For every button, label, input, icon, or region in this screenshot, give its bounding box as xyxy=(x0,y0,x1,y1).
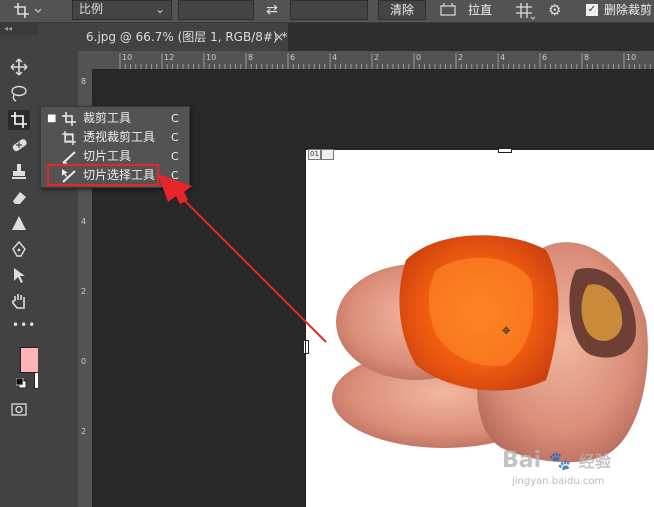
flyout-item-perspective-crop[interactable]: 透视裁剪工具 C xyxy=(41,128,189,147)
clear-button[interactable]: 清除 xyxy=(378,0,426,20)
annotation-arrow xyxy=(158,174,327,343)
watermark-brand2-text: 经验 xyxy=(578,452,611,471)
chevron-down-icon: ⌄ xyxy=(154,2,165,16)
toolbar-second-column xyxy=(38,23,78,507)
horizontal-ruler: 1012108642024681012 xyxy=(78,51,654,70)
overlay-options-button[interactable] xyxy=(512,0,536,20)
ruler-label: 2 xyxy=(458,53,464,62)
clear-label: 清除 xyxy=(389,3,414,17)
document-tab-title: 6.jpg @ 66.7% (图层 1, RGB/8#) * xyxy=(86,30,288,44)
flyout-item-shortcut: C xyxy=(171,150,179,163)
height-input[interactable] xyxy=(290,0,368,20)
hand-icon[interactable] xyxy=(10,292,28,310)
flyout-item-crop[interactable]: ■ 裁剪工具 C xyxy=(41,109,189,128)
tool-preset-picker[interactable] xyxy=(8,0,42,20)
more-tools-icon[interactable]: ••• xyxy=(12,318,36,332)
perspective-crop-icon xyxy=(62,131,76,145)
delete-cropped-label: 删除裁剪 xyxy=(604,3,653,17)
ruler-label: 0 xyxy=(416,53,422,62)
flyout-item-label: 裁剪工具 xyxy=(83,111,132,125)
close-icon[interactable]: × xyxy=(274,23,284,51)
slice-icon xyxy=(62,151,76,164)
ruler-label: 10 xyxy=(206,53,217,62)
ratio-select[interactable]: 比例 ⌄ xyxy=(72,0,172,20)
ruler-label: 4 xyxy=(332,53,338,62)
flyout-item-label: 透视裁剪工具 xyxy=(83,130,156,144)
flyout-item-shortcut: C xyxy=(171,112,179,125)
crop-tool-active-icon[interactable] xyxy=(8,110,30,130)
ruler-label: 6 xyxy=(542,53,548,62)
ruler-label: 0 xyxy=(81,357,87,366)
grid-icon xyxy=(516,3,536,20)
delete-cropped-checkbox[interactable]: ✓ 删除裁剪 xyxy=(586,0,654,20)
pen-icon[interactable] xyxy=(10,240,28,258)
swap-icon[interactable]: ⇄ xyxy=(262,0,282,20)
slice-badge: 01 xyxy=(308,149,321,160)
healing-brush-icon[interactable] xyxy=(10,136,28,154)
ruler-label: 8 xyxy=(248,53,254,62)
ruler-label: 12 xyxy=(164,53,175,62)
toolbar-collapse-handle[interactable]: ◂◂ xyxy=(0,23,38,35)
slice-type-icon xyxy=(321,149,334,160)
watermark-brand: Bai 🐾 经验 xyxy=(502,448,611,473)
straighten-button[interactable]: 拉直 xyxy=(436,0,496,20)
stamp-icon[interactable] xyxy=(10,162,28,180)
default-colors-icon[interactable] xyxy=(16,378,28,390)
paw-icon: 🐾 xyxy=(548,451,572,472)
document-tab-bar: 6.jpg @ 66.7% (图层 1, RGB/8#) * × xyxy=(78,23,654,51)
watermark-brand-text: Bai xyxy=(502,448,542,473)
width-input[interactable] xyxy=(178,0,254,20)
gear-icon[interactable]: ⚙ xyxy=(548,0,570,20)
checkbox-checked-icon: ✓ xyxy=(586,4,598,16)
watermark-url: jingyan.baidu.com xyxy=(512,476,605,487)
path-select-icon[interactable] xyxy=(10,266,28,284)
lasso-icon[interactable] xyxy=(10,84,28,102)
straighten-label: 拉直 xyxy=(468,3,493,17)
ruler-label: 10 xyxy=(122,53,133,62)
crop-frame-top xyxy=(306,148,654,149)
ruler-label: 4 xyxy=(500,53,506,62)
active-indicator: ■ xyxy=(47,113,57,124)
ruler-label: 2 xyxy=(81,287,87,296)
ruler-label: 8 xyxy=(584,53,590,62)
flyout-item-shortcut: C xyxy=(171,131,179,144)
ruler-label: 10 xyxy=(626,53,637,62)
ratio-select-value: 比例 xyxy=(79,2,104,16)
ruler-label: 4 xyxy=(81,217,87,226)
quick-mask-icon[interactable] xyxy=(10,400,28,418)
crop-icon xyxy=(62,112,76,126)
options-bar: 比例 ⌄ ⇄ 清除 拉直 ⚙ ✓ 删除裁剪 xyxy=(0,0,654,23)
sharpen-icon[interactable] xyxy=(10,214,28,232)
move-icon[interactable] xyxy=(10,58,28,76)
move-cursor-icon: ✥ xyxy=(502,326,511,337)
ruler-label: 6 xyxy=(290,53,296,62)
ruler-label: 8 xyxy=(81,77,87,86)
ruler-label: 2 xyxy=(81,427,87,436)
straighten-icon xyxy=(440,3,456,16)
eraser-icon[interactable] xyxy=(10,188,28,206)
crop-icon xyxy=(14,3,42,18)
slice-badge-label: 01 xyxy=(310,150,319,158)
document-canvas[interactable]: 01 ✥ Bai 🐾 经验 jingyan.baidu.com xyxy=(303,147,654,507)
ruler-label: 2 xyxy=(374,53,380,62)
document-tab[interactable]: 6.jpg @ 66.7% (图层 1, RGB/8#) * × xyxy=(78,23,288,51)
